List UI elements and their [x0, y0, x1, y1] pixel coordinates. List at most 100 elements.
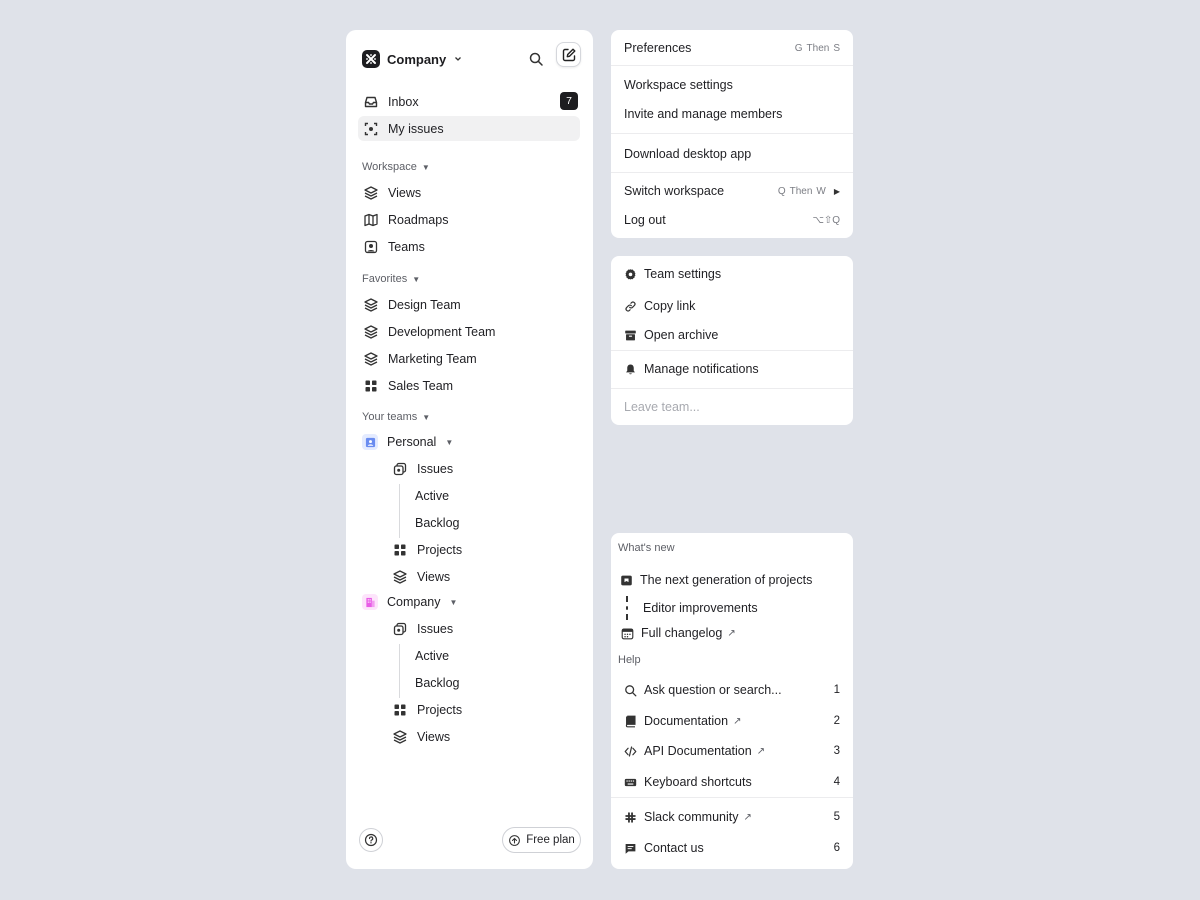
- chevron-down-icon: [453, 54, 463, 64]
- menu-item-log-out[interactable]: Log out ⌥⇧Q: [611, 208, 853, 232]
- team-personal-backlog[interactable]: Backlog: [415, 513, 459, 533]
- team-personal-active[interactable]: Active: [415, 486, 449, 506]
- menu-item-workspace-settings[interactable]: Workspace settings: [611, 73, 853, 97]
- help-item-ask-question[interactable]: Ask question or search... 1: [611, 678, 853, 702]
- sidebar-item-inbox[interactable]: Inbox 7: [358, 89, 580, 114]
- favorite-item-development-team[interactable]: Development Team: [358, 319, 580, 344]
- menu-item-open-archive[interactable]: Open archive: [611, 323, 853, 347]
- caret-down-icon: ▼: [445, 437, 454, 447]
- sub-item-label: Projects: [417, 703, 463, 717]
- search-button[interactable]: [526, 49, 546, 69]
- help-button[interactable]: [359, 828, 383, 852]
- team-company-issues[interactable]: Issues: [392, 619, 453, 639]
- menu-divider: [611, 797, 853, 798]
- layers-icon: [392, 729, 408, 745]
- team-personal-views[interactable]: Views: [392, 567, 450, 587]
- sidebar-item-roadmaps[interactable]: Roadmaps: [358, 207, 580, 232]
- favorite-item-sales-team[interactable]: Sales Team: [358, 373, 580, 398]
- team-company-views[interactable]: Views: [392, 727, 450, 747]
- menu-item-label: Workspace settings: [624, 78, 733, 92]
- chat-icon: [624, 842, 637, 855]
- sub-item-label: Projects: [417, 543, 463, 557]
- menu-item-manage-notifications[interactable]: Manage notifications: [611, 357, 853, 381]
- menu-divider: [611, 65, 853, 66]
- team-name: Personal: [387, 435, 437, 449]
- menu-item-label: Manage notifications: [644, 362, 759, 376]
- section-workspace[interactable]: Workspace ▼: [362, 161, 430, 173]
- caret-down-icon: ▼: [422, 412, 431, 422]
- whats-new-item-editor[interactable]: Editor improvements: [611, 596, 853, 620]
- workspace-switcher[interactable]: Company: [362, 49, 463, 69]
- team-company-projects[interactable]: Projects: [392, 700, 462, 720]
- submenu-arrow-icon: ▶: [833, 186, 840, 196]
- shortcut-number: 1: [833, 684, 840, 696]
- workspace-logo: [362, 50, 380, 68]
- shortcut-key: W: [816, 185, 826, 197]
- help-item-api-documentation[interactable]: API Documentation ↗ 3: [611, 739, 853, 763]
- sidebar-item-label: Sales Team: [388, 378, 454, 393]
- team-personal-issues[interactable]: Issues: [392, 459, 453, 479]
- menu-item-preferences[interactable]: Preferences G Then S: [611, 36, 853, 60]
- favorite-item-design-team[interactable]: Design Team: [358, 292, 580, 317]
- sidebar-item-label: Teams: [388, 239, 425, 254]
- help-item-contact-us[interactable]: Contact us 6: [611, 836, 853, 860]
- sub-item-label: Issues: [417, 622, 454, 636]
- favorite-item-marketing-team[interactable]: Marketing Team: [358, 346, 580, 371]
- section-title: Favorites: [362, 273, 408, 285]
- sidebar-item-views[interactable]: Views: [358, 180, 580, 205]
- help-item-keyboard-shortcuts[interactable]: Keyboard shortcuts 4: [611, 770, 853, 794]
- team-company-active[interactable]: Active: [415, 646, 449, 666]
- sidebar-item-my-issues[interactable]: My issues: [358, 116, 580, 141]
- shortcut-number: 5: [833, 811, 840, 823]
- menu-item-label: Team settings: [644, 267, 722, 281]
- sidebar-item-label: Development Team: [388, 324, 496, 339]
- menu-item-label: Keyboard shortcuts: [644, 775, 752, 789]
- external-link-icon: ↗: [756, 745, 766, 757]
- sidebar-item-label: Inbox: [388, 94, 419, 109]
- plan-label: Free plan: [526, 834, 575, 846]
- caret-down-icon: ▼: [412, 274, 421, 284]
- workspace-name: Company: [387, 51, 447, 67]
- help-item-slack-community[interactable]: Slack community ↗ 5: [611, 805, 853, 829]
- new-issue-button[interactable]: [556, 42, 581, 67]
- shortcut-then: Then: [789, 185, 813, 197]
- sidebar-item-label: Roadmaps: [388, 212, 449, 227]
- shortcut-number: 4: [833, 776, 840, 788]
- team-company[interactable]: Company ▼: [362, 592, 457, 612]
- inbox-icon: [363, 94, 379, 110]
- help-item-documentation[interactable]: Documentation ↗ 2: [611, 709, 853, 733]
- menu-item-label: Full changelog: [641, 626, 723, 640]
- layers-icon: [363, 185, 379, 201]
- menu-item-leave-team[interactable]: Leave team...: [611, 395, 853, 419]
- menu-item-invite-members[interactable]: Invite and manage members: [611, 102, 853, 126]
- menu-item-label: Open archive: [644, 328, 719, 342]
- external-link-icon: ↗: [727, 627, 736, 639]
- calendar-icon: [621, 627, 634, 640]
- external-link-icon: ↗: [743, 811, 752, 823]
- sidebar-item-teams[interactable]: Teams: [358, 234, 580, 259]
- inbox-count-badge: 7: [560, 92, 578, 110]
- menu-item-switch-workspace[interactable]: Switch workspace Q Then W ▶: [611, 179, 853, 203]
- team-personal[interactable]: Personal ▼: [362, 432, 453, 452]
- issues-icon: [392, 461, 408, 477]
- team-personal-projects[interactable]: Projects: [392, 540, 462, 560]
- sidebar-item-label: My issues: [388, 121, 444, 136]
- menu-item-team-settings[interactable]: Team settings: [611, 262, 853, 286]
- issues-icon: [392, 621, 408, 637]
- section-title: Workspace: [362, 161, 417, 173]
- team-company-backlog[interactable]: Backlog: [415, 673, 459, 693]
- section-your-teams[interactable]: Your teams ▼: [362, 411, 430, 423]
- whats-new-item-projects[interactable]: The next generation of projects: [611, 568, 853, 592]
- section-favorites[interactable]: Favorites ▼: [362, 273, 420, 285]
- team-avatar-icon: [362, 434, 378, 450]
- menu-item-copy-link[interactable]: Copy link: [611, 294, 853, 318]
- menu-item-label: Documentation: [644, 714, 729, 728]
- menu-item-label: Log out: [624, 213, 666, 227]
- arrow-up-circle-icon: [508, 834, 521, 847]
- shortcut-number: 3: [833, 745, 840, 757]
- sidebar-item-label: Design Team: [388, 297, 461, 312]
- upgrade-plan-button[interactable]: Free plan: [502, 827, 581, 853]
- menu-item-download-app[interactable]: Download desktop app: [611, 142, 853, 166]
- whats-new-item-changelog[interactable]: Full changelog ↗: [611, 621, 853, 645]
- menu-item-label: Switch workspace: [624, 184, 725, 198]
